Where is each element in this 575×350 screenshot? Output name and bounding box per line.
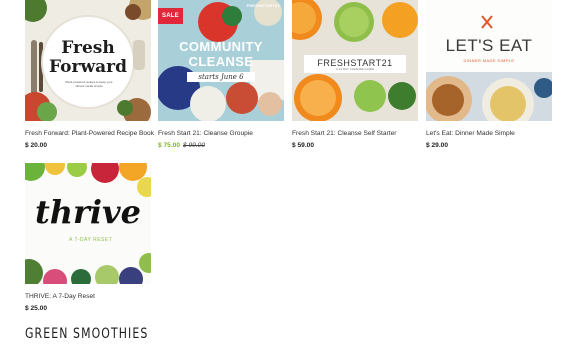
product-card-lets-eat[interactable]: LET'S EAT DINNER MADE SIMPLE Let's Eat: … xyxy=(426,0,552,149)
product-price: $ 59.00 xyxy=(292,142,314,149)
product-price: $ 75.00 $ 99.00 xyxy=(158,142,284,149)
cover-logo: thrive xyxy=(34,193,141,231)
product-title[interactable]: Fresh Forward: Plant-Powered Recipe Book xyxy=(25,130,154,138)
cover-title-line2: CLEANSE xyxy=(188,54,254,69)
cover-corner-logo: FRESHSTART21 xyxy=(246,3,280,8)
product-price: $ 20.00 xyxy=(25,142,47,149)
product-image-fresh-forward[interactable]: Fresh Forward Plant-powered recipes to k… xyxy=(25,0,151,121)
cover-logo: LET'S EAT xyxy=(445,36,533,55)
sale-price: $ 75.00 xyxy=(158,142,180,149)
product-image-cleanse-groupie[interactable]: FRESHSTART21 COMMUNITY CLEANSE starts Ju… xyxy=(158,0,284,121)
sale-badge: SALE xyxy=(158,8,183,24)
product-card-cleanse-groupie[interactable]: FRESHSTART21 COMMUNITY CLEANSE starts Ju… xyxy=(158,0,284,149)
cover-tagline: A 21 DAY CLEANSE GUIDE xyxy=(304,67,406,73)
cover-title-line2: Forward xyxy=(49,57,127,77)
cover-title-line1: COMMUNITY xyxy=(179,39,263,54)
cover-start-date: starts June 6 xyxy=(187,72,255,82)
product-card-thrive[interactable]: thrive A 7-DAY RESET THRIVE: A 7-Day Res… xyxy=(25,163,151,312)
product-title[interactable]: Fresh Start 21: Cleanse Self Starter xyxy=(292,130,418,138)
product-image-lets-eat[interactable]: LET'S EAT DINNER MADE SIMPLE xyxy=(426,0,552,121)
cover-tagline: Plant-powered recipes to keep your vibra… xyxy=(65,80,113,88)
product-title[interactable]: Let's Eat: Dinner Made Simple xyxy=(426,130,552,138)
cover-title-line1: Fresh xyxy=(61,38,115,58)
product-title[interactable]: THRIVE: A 7-Day Reset xyxy=(25,293,151,301)
product-image-self-starter[interactable]: FRESHSTART21 A 21 DAY CLEANSE GUIDE xyxy=(292,0,418,121)
cover-tagline: DINNER MADE SIMPLE xyxy=(463,58,515,63)
product-card-self-starter[interactable]: FRESHSTART21 A 21 DAY CLEANSE GUIDE Fres… xyxy=(292,0,418,149)
original-price: $ 99.00 xyxy=(183,142,205,149)
section-heading: GREEN SMOOTHIES xyxy=(25,326,149,342)
cover-tagline: A 7-DAY RESET xyxy=(69,237,113,243)
product-price: $ 25.00 xyxy=(25,305,47,312)
product-title[interactable]: Fresh Start 21: Cleanse Groupie xyxy=(158,130,284,138)
product-card-fresh-forward[interactable]: Fresh Forward Plant-powered recipes to k… xyxy=(25,0,154,149)
product-image-thrive[interactable]: thrive A 7-DAY RESET xyxy=(25,163,151,284)
product-price: $ 29.00 xyxy=(426,142,448,149)
